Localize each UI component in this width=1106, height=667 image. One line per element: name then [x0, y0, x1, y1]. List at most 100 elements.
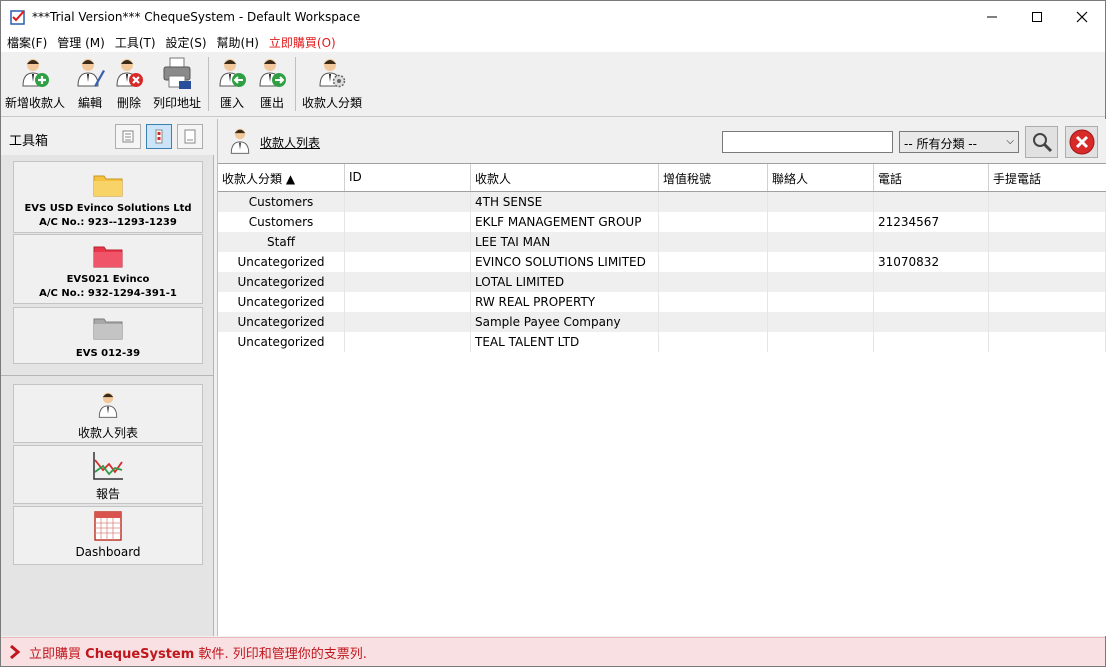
single-view-button[interactable] — [177, 124, 203, 149]
close-circle-icon — [1069, 129, 1094, 155]
column-header-mobile[interactable]: 手提電話 — [989, 164, 1106, 191]
print-address-label: 列印地址 — [152, 96, 201, 110]
cell-contact — [768, 272, 874, 292]
detail-view-button[interactable] — [146, 124, 172, 149]
add-payee-label: 新增收款人 — [5, 96, 66, 110]
cell-category: Uncategorized — [218, 252, 345, 272]
search-icon — [1032, 133, 1052, 153]
nav-report[interactable]: 報告 — [13, 445, 203, 504]
table-row[interactable]: Uncategorized EVINCO SOLUTIONS LIMITED 310… — [218, 252, 1106, 272]
detail-view-icon — [155, 129, 163, 144]
column-header-vat[interactable]: 增值稅號 — [659, 164, 768, 191]
cell-mobile — [989, 312, 1106, 332]
column-header-contact[interactable]: 聯絡人 — [768, 164, 874, 191]
import-person-icon — [219, 59, 246, 87]
table-row[interactable]: Customers 4TH SENSE — [218, 192, 1106, 212]
calendar-grid-icon — [94, 511, 122, 541]
account-card[interactable]: EVS 012-39 — [13, 307, 203, 364]
cell-phone: 21234567 — [874, 212, 989, 232]
nav-payee-list[interactable]: 收款人列表 — [13, 384, 203, 443]
page-view-icon — [184, 129, 196, 144]
cell-payee: LEE TAI MAN — [471, 232, 659, 252]
table-row[interactable]: Staff LEE TAI MAN — [218, 232, 1106, 252]
cell-vat — [659, 312, 768, 332]
cell-id — [345, 252, 471, 272]
export-button[interactable]: 匯出 — [255, 56, 289, 114]
column-header-category[interactable]: 收款人分類 ▲ — [218, 164, 345, 191]
toolbar-separator — [295, 57, 296, 111]
maximize-button[interactable] — [1014, 1, 1060, 32]
cell-phone — [874, 192, 989, 212]
cell-vat — [659, 272, 768, 292]
toolbar: 新增收款人 編輯 刪除 列印地址 匯入 匯出 收款人分類 — [1, 52, 1105, 117]
menu-help[interactable]: 幫助(H) — [217, 34, 259, 51]
menu-manage[interactable]: 管理 (M) — [57, 34, 105, 51]
table-row[interactable]: Customers EKLF MANAGEMENT GROUP 21234567 — [218, 212, 1106, 232]
clear-search-button[interactable] — [1065, 126, 1098, 158]
menu-file[interactable]: 檔案(F) — [7, 34, 47, 51]
cell-phone — [874, 232, 989, 252]
folder-icon — [93, 175, 123, 197]
import-button[interactable]: 匯入 — [215, 56, 249, 114]
cell-vat — [659, 192, 768, 212]
nav-dashboard[interactable]: Dashboard — [13, 506, 203, 565]
maximize-icon — [1032, 11, 1042, 22]
cell-payee: EKLF MANAGEMENT GROUP — [471, 212, 659, 232]
menu-bar: 檔案(F) 管理 (M) 工具(T) 設定(S) 幫助(H) 立即購買(O) — [1, 32, 1105, 52]
cell-id — [345, 312, 471, 332]
cell-phone — [874, 332, 989, 352]
title-bar: ***Trial Version*** ChequeSystem - Defau… — [1, 1, 1105, 32]
print-address-button[interactable]: 列印地址 — [151, 56, 203, 114]
table-row[interactable]: Uncategorized TEAL TALENT LTD — [218, 332, 1106, 352]
delete-button[interactable]: 刪除 — [112, 56, 146, 114]
list-view-button[interactable] — [115, 124, 141, 149]
menu-settings[interactable]: 設定(S) — [166, 34, 207, 51]
close-button[interactable] — [1059, 1, 1105, 32]
table-row[interactable]: Uncategorized Sample Payee Company — [218, 312, 1106, 332]
table-row[interactable]: Uncategorized LOTAL LIMITED — [218, 272, 1106, 292]
search-input[interactable] — [722, 131, 893, 153]
search-button[interactable] — [1025, 126, 1058, 158]
cell-category: Uncategorized — [218, 312, 345, 332]
column-header-phone[interactable]: 電話 — [874, 164, 989, 191]
menu-tools[interactable]: 工具(T) — [115, 34, 156, 51]
cell-vat — [659, 252, 768, 272]
table-header: 收款人分類 ▲ ID 收款人 增值稅號 聯絡人 電話 手提電話 — [218, 164, 1106, 192]
promo-status-bar[interactable]: 立即購買 ChequeSystem 軟件. 列印和管理你的支票列. — [1, 637, 1105, 666]
account-card[interactable]: EVS021 Evinco A/C No.: 932-1294-391-1 — [13, 234, 203, 304]
panel-header: 收款人列表 -- 所有分類 -- ⌵ — [218, 119, 1106, 163]
account-name: EVS021 Evinco — [66, 274, 150, 285]
column-header-id[interactable]: ID — [345, 164, 471, 191]
category-filter-select[interactable]: -- 所有分類 -- ⌵ — [899, 131, 1019, 153]
payee-category-button[interactable]: 收款人分類 — [301, 56, 363, 114]
cell-payee: 4TH SENSE — [471, 192, 659, 212]
add-payee-button[interactable]: 新增收款人 — [5, 56, 65, 114]
close-icon — [1076, 11, 1088, 22]
cell-payee: LOTAL LIMITED — [471, 272, 659, 292]
chevron-right-icon — [10, 645, 21, 659]
payee-table: 收款人分類 ▲ ID 收款人 增值稅號 聯絡人 電話 手提電話 Customer… — [218, 163, 1106, 636]
minimize-button[interactable] — [969, 1, 1015, 32]
app-window: ***Trial Version*** ChequeSystem - Defau… — [0, 0, 1106, 667]
cell-mobile — [989, 292, 1106, 312]
edit-button[interactable]: 編輯 — [73, 56, 107, 114]
menu-buy-now[interactable]: 立即購買(O) — [269, 34, 336, 51]
minimize-icon — [987, 16, 997, 17]
column-header-payee[interactable]: 收款人 — [471, 164, 659, 191]
cell-mobile — [989, 212, 1106, 232]
cell-payee: Sample Payee Company — [471, 312, 659, 332]
account-number: A/C No.: 923--1293-1239 — [39, 217, 177, 228]
cell-category: Customers — [218, 212, 345, 232]
toolbox-header: 工具箱 — [1, 119, 214, 155]
cell-vat — [659, 292, 768, 312]
table-row[interactable]: Uncategorized RW REAL PROPERTY — [218, 292, 1106, 312]
promo-message: 立即購買 ChequeSystem 軟件. 列印和管理你的支票列. — [29, 646, 367, 662]
line-chart-icon — [93, 452, 123, 480]
panel-title[interactable]: 收款人列表 — [260, 134, 320, 151]
printer-icon — [163, 57, 191, 89]
cell-category: Uncategorized — [218, 292, 345, 312]
account-card[interactable]: EVS USD Evinco Solutions Ltd A/C No.: 92… — [13, 161, 203, 233]
cell-mobile — [989, 252, 1106, 272]
cell-id — [345, 332, 471, 352]
person-icon — [230, 128, 250, 154]
